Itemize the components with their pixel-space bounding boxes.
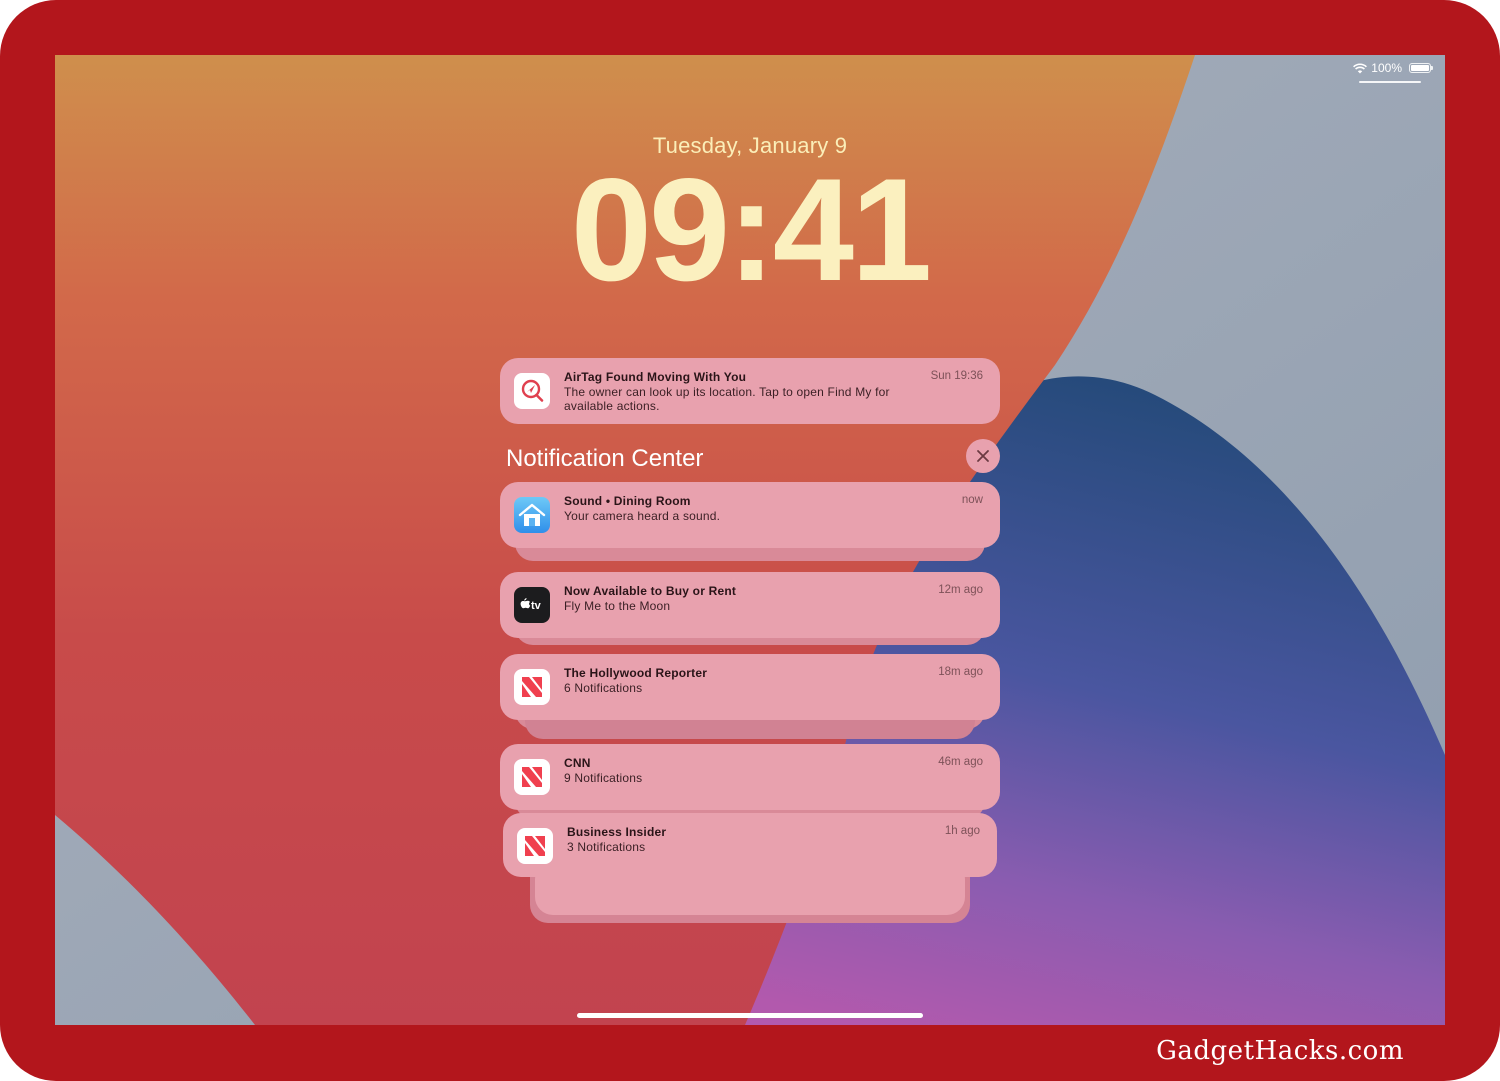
notification-time: 1h ago	[944, 825, 980, 837]
airtag-notification[interactable]: AirTag Found Moving With You The owner c…	[500, 358, 1000, 424]
notification-time: 18m ago	[938, 666, 983, 678]
lock-screen: 100% Tuesday, January 9 09:41 AirTag Fou…	[55, 55, 1445, 1025]
notification-card[interactable]: tv Now Available to Buy or Rent Fly Me t…	[500, 572, 1000, 638]
battery-percentage: 100%	[1371, 61, 1402, 75]
news-icon	[517, 828, 553, 864]
notification-title: Now Available to Buy or Rent	[564, 584, 737, 598]
close-icon	[977, 450, 989, 462]
notification-title: Business Insider	[567, 825, 667, 839]
notification-card[interactable]: The Hollywood Reporter 6 Notifications 1…	[500, 654, 1000, 720]
clear-notifications-button[interactable]	[966, 439, 1000, 473]
notification-body: 3 Notifications	[567, 840, 646, 854]
notification-time: Sun 19:36	[930, 370, 983, 382]
notification-body: 9 Notifications	[564, 771, 643, 785]
notification-title: AirTag Found Moving With You	[564, 370, 747, 384]
notification-body: The owner can look up its location. Tap …	[564, 385, 890, 413]
status-indicator-line	[1359, 81, 1421, 83]
notification-time: 46m ago	[938, 756, 983, 768]
wifi-icon	[1353, 62, 1368, 73]
news-icon	[514, 669, 550, 705]
notification-body: Your camera heard a sound.	[564, 509, 721, 523]
news-icon	[514, 759, 550, 795]
notification-time: 12m ago	[938, 584, 983, 596]
notification-center-title: Notification Center	[506, 445, 704, 472]
notification-title: Sound • Dining Room	[564, 494, 691, 508]
lockscreen-clock: 09:41	[570, 148, 932, 311]
svg-text:tv: tv	[531, 600, 542, 612]
device-frame: 100% Tuesday, January 9 09:41 AirTag Fou…	[0, 0, 1500, 1081]
notification-body: 6 Notifications	[564, 681, 643, 695]
notification-title: The Hollywood Reporter	[564, 666, 708, 680]
notification-card[interactable]: Business Insider 3 Notifications 1h ago	[503, 813, 997, 877]
watermark-text: GadgetHacks.com	[1156, 1036, 1404, 1066]
find-my-icon	[514, 373, 550, 409]
notification-title: CNN	[564, 756, 591, 770]
notification-card[interactable]: CNN 9 Notifications 46m ago	[500, 744, 1000, 810]
apple-tv-icon: tv	[514, 587, 550, 623]
status-bar: 100%	[1353, 61, 1433, 75]
notification-body: Fly Me to the Moon	[564, 599, 671, 613]
notification-time: now	[961, 494, 983, 506]
battery-icon	[1409, 63, 1433, 73]
home-indicator[interactable]	[577, 1013, 923, 1018]
notification-card[interactable]: Sound • Dining Room Your camera heard a …	[500, 482, 1000, 548]
home-app-icon	[514, 497, 550, 533]
